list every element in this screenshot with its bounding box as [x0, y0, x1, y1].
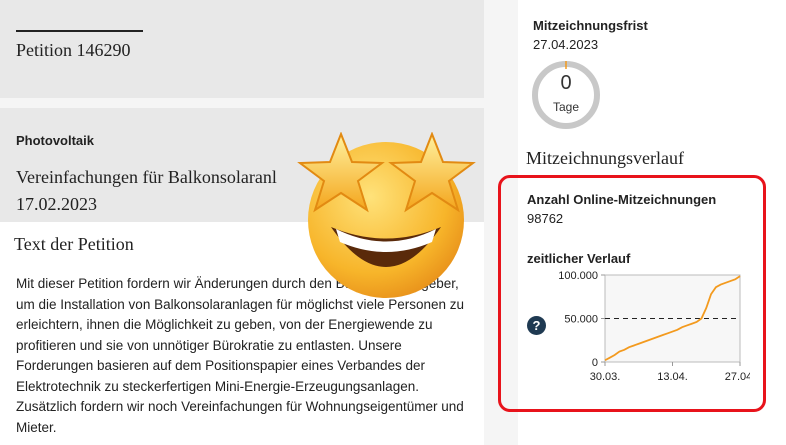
online-signatures-label: Anzahl Online-Mitzeichnungen [527, 192, 717, 207]
signature-timeline-chart: 0 50.000 100.000 30.03. 13.04. 27.04. [558, 270, 750, 383]
gap-strip [0, 98, 484, 108]
y-tick-label: 0 [592, 357, 598, 369]
x-tick-label: 27.04. [725, 371, 750, 383]
petition-date: 17.02.2023 [16, 194, 97, 214]
timeline-label: zeitlicher Verlauf [527, 251, 631, 266]
days-remaining-value: 0 [560, 72, 572, 94]
ring-graphic [532, 61, 600, 129]
frist-label: Mitzeichnungsfrist [533, 18, 648, 33]
star-struck-emoji-icon [297, 132, 476, 298]
header-rule [16, 30, 143, 32]
petition-number: Petition 146290 [16, 40, 131, 60]
y-tick-label: 100.000 [558, 270, 598, 282]
y-tick-label: 50.000 [564, 314, 598, 326]
days-remaining-ring: 0 Tage [531, 60, 601, 130]
x-tick-label: 13.04. [657, 371, 688, 383]
frist-date: 27.04.2023 [533, 37, 599, 52]
days-remaining-unit: Tage [552, 100, 580, 114]
petition-topic[interactable]: Photovoltaik [16, 133, 94, 148]
x-tick-label: 30.03. [590, 371, 621, 383]
petition-text-heading: Text der Petition [14, 234, 134, 254]
petition-title: Vereinfachungen für Balkonsolaranl [16, 167, 277, 187]
online-signatures-count: 98762 [527, 211, 564, 226]
help-icon[interactable]: ? [527, 316, 546, 335]
verlauf-heading: Mitzeichnungsverlauf [526, 148, 684, 168]
